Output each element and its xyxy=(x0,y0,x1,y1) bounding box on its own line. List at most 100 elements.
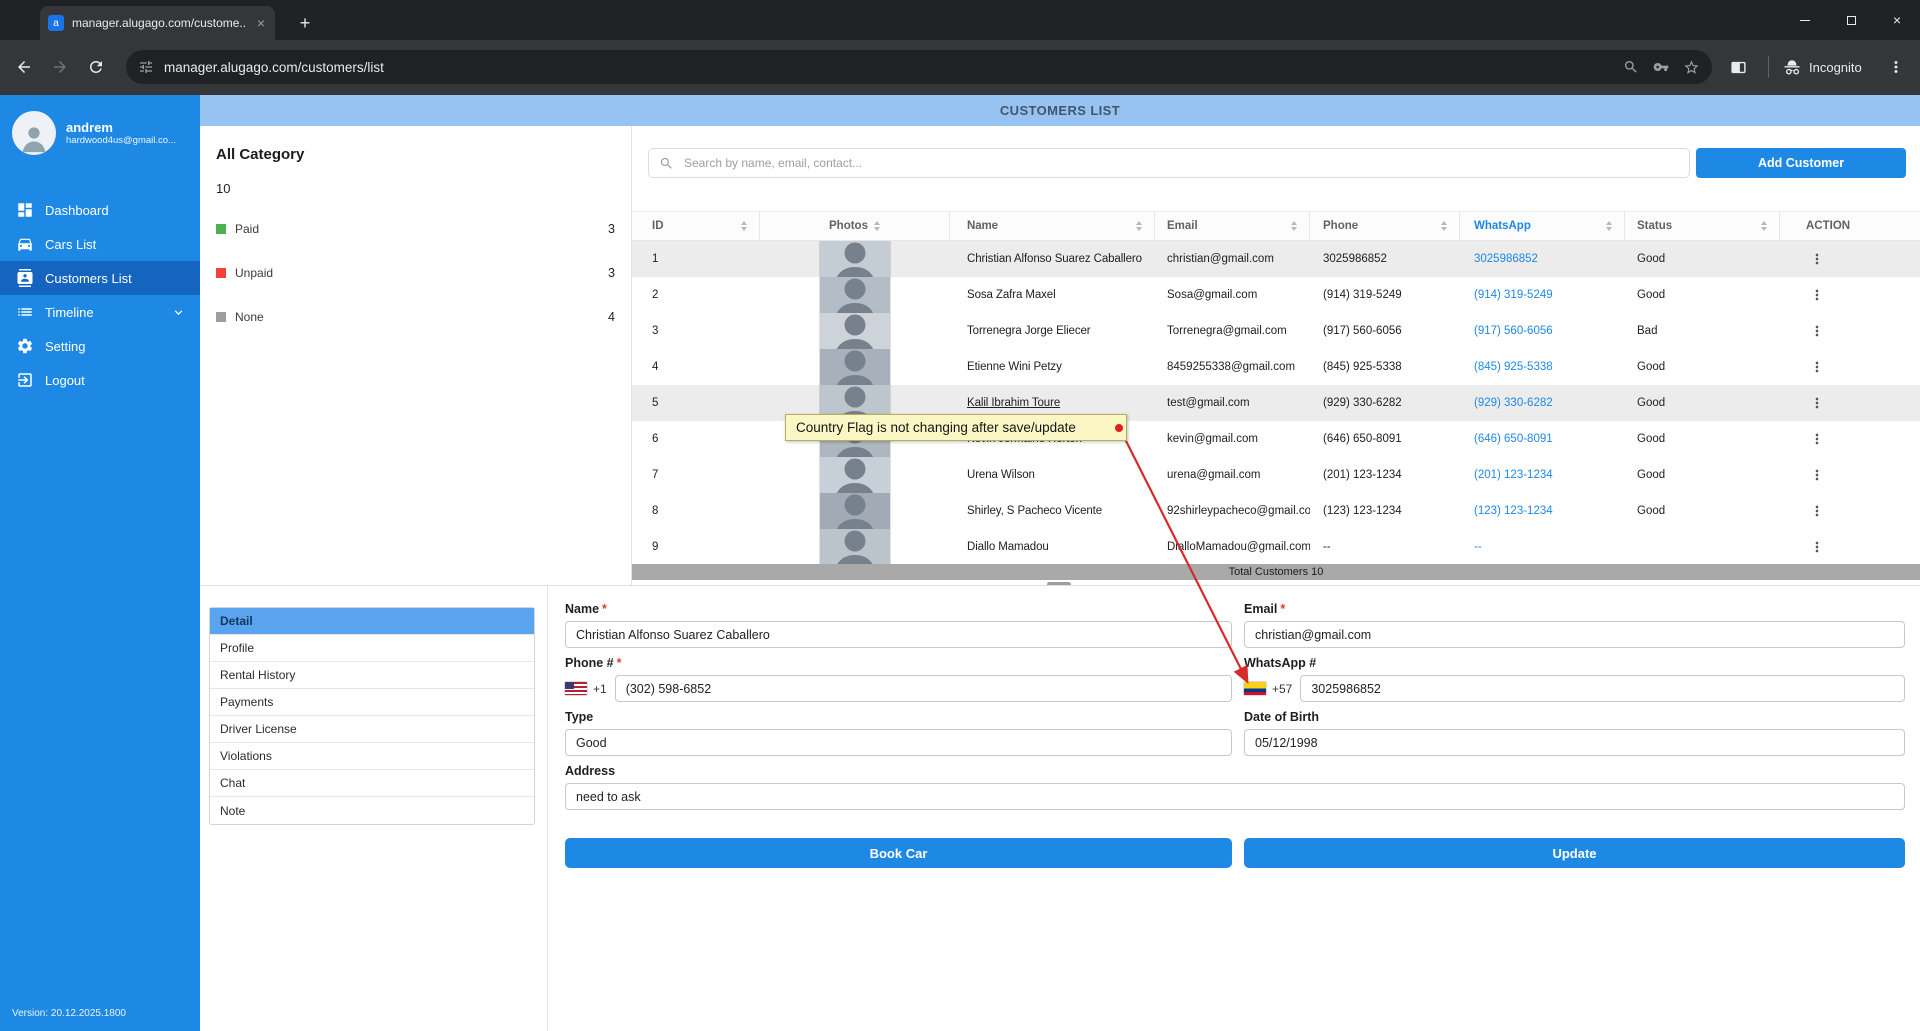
side-panel-icon[interactable] xyxy=(1722,51,1754,83)
cell-name[interactable]: Christian Alfonso Suarez Caballero xyxy=(950,253,1155,265)
table-row[interactable]: 8 Shirley, S Pacheco Vicente 92shirleypa… xyxy=(632,493,1920,529)
table-row[interactable]: 4 Etienne Wini Petzy 8459255338@gmail.co… xyxy=(632,349,1920,385)
phone-country-selector[interactable]: +1 xyxy=(565,682,607,696)
url-text[interactable]: manager.alugago.com/customers/list xyxy=(164,60,1613,75)
sidebar-item-dashboard[interactable]: Dashboard xyxy=(0,193,200,227)
reload-icon[interactable] xyxy=(80,51,112,83)
user-profile[interactable]: andrem hardwood4us@gmail.co... xyxy=(0,95,200,155)
row-actions-kebab[interactable] xyxy=(1806,356,1828,378)
window-minimize-button[interactable] xyxy=(1782,0,1828,40)
sort-icon[interactable] xyxy=(1291,221,1297,231)
tab-note[interactable]: Note xyxy=(210,797,534,824)
customer-photo[interactable] xyxy=(820,277,890,313)
cell-name[interactable]: Diallo Mamadou xyxy=(950,541,1155,553)
update-button[interactable]: Update xyxy=(1244,838,1905,868)
tab-profile[interactable]: Profile xyxy=(210,635,534,662)
row-actions-kebab[interactable] xyxy=(1806,320,1828,342)
window-close-button[interactable]: × xyxy=(1874,0,1920,40)
sort-icon[interactable] xyxy=(1761,221,1767,231)
sidebar-item-setting[interactable]: Setting xyxy=(0,329,200,363)
column-header-whatsapp[interactable]: WhatsApp xyxy=(1460,212,1625,240)
legend-item[interactable]: None 4 xyxy=(216,310,615,324)
row-actions-kebab[interactable] xyxy=(1806,464,1828,486)
sort-icon[interactable] xyxy=(1136,221,1142,231)
cell-name[interactable]: Etienne Wini Petzy xyxy=(950,361,1155,373)
sidebar-item-cars-list[interactable]: Cars List xyxy=(0,227,200,261)
customer-photo[interactable] xyxy=(820,241,890,277)
sidebar-item-customers-list[interactable]: Customers List xyxy=(0,261,200,295)
cell-whatsapp-link[interactable]: (845) 925-5338 xyxy=(1460,361,1625,373)
customer-photo[interactable] xyxy=(820,493,890,529)
cell-name[interactable]: Urena Wilson xyxy=(950,469,1155,481)
cell-name[interactable]: Kalil Ibrahim Toure xyxy=(950,397,1155,409)
sort-icon[interactable] xyxy=(1441,221,1447,231)
customer-photo[interactable] xyxy=(820,529,890,564)
customer-photo[interactable] xyxy=(820,313,890,349)
row-actions-kebab[interactable] xyxy=(1806,248,1828,270)
address-field[interactable] xyxy=(565,783,1905,810)
column-header-action[interactable]: ACTION xyxy=(1780,212,1920,240)
site-controls-icon[interactable] xyxy=(138,59,154,75)
whatsapp-country-selector[interactable]: +57 xyxy=(1244,682,1292,696)
email-field[interactable] xyxy=(1244,621,1905,648)
search-box[interactable] xyxy=(648,148,1690,178)
address-bar[interactable]: manager.alugago.com/customers/list xyxy=(126,50,1712,84)
cell-name[interactable]: Shirley, S Pacheco Vicente xyxy=(950,505,1155,517)
cell-whatsapp-link[interactable]: (201) 123-1234 xyxy=(1460,469,1625,481)
table-row[interactable]: 9 Diallo Mamadou DialloMamadou@gmail.com… xyxy=(632,529,1920,564)
cell-whatsapp-link[interactable]: (917) 560-6056 xyxy=(1460,325,1625,337)
back-icon[interactable] xyxy=(8,51,40,83)
tab-driver-license[interactable]: Driver License xyxy=(210,716,534,743)
book-car-button[interactable]: Book Car xyxy=(565,838,1232,868)
add-customer-button[interactable]: Add Customer xyxy=(1696,148,1906,178)
column-header-email[interactable]: Email xyxy=(1155,212,1310,240)
cell-whatsapp-link[interactable]: (929) 330-6282 xyxy=(1460,397,1625,409)
whatsapp-field[interactable] xyxy=(1300,675,1905,702)
browser-tab[interactable]: a manager.alugago.com/custome... × xyxy=(40,6,275,40)
row-actions-kebab[interactable] xyxy=(1806,536,1828,558)
new-tab-button[interactable]: + xyxy=(292,10,318,36)
customer-photo[interactable] xyxy=(820,457,890,493)
sidebar-item-logout[interactable]: Logout xyxy=(0,363,200,397)
column-header-name[interactable]: Name xyxy=(950,212,1155,240)
cell-whatsapp-link[interactable]: (914) 319-5249 xyxy=(1460,289,1625,301)
password-key-icon[interactable] xyxy=(1653,59,1669,75)
cell-whatsapp-link[interactable]: (123) 123-1234 xyxy=(1460,505,1625,517)
name-field[interactable] xyxy=(565,621,1232,648)
tab-chat[interactable]: Chat xyxy=(210,770,534,797)
table-row[interactable]: 7 Urena Wilson urena@gmail.com (201) 123… xyxy=(632,457,1920,493)
table-row[interactable]: 1 Christian Alfonso Suarez Caballero chr… xyxy=(632,241,1920,277)
column-header-status[interactable]: Status xyxy=(1625,212,1780,240)
tab-violations[interactable]: Violations xyxy=(210,743,534,770)
tab-close-icon[interactable]: × xyxy=(255,16,267,30)
cell-whatsapp-link[interactable]: (646) 650-8091 xyxy=(1460,433,1625,445)
row-actions-kebab[interactable] xyxy=(1806,428,1828,450)
sort-icon[interactable] xyxy=(874,221,880,231)
table-row[interactable]: 2 Sosa Zafra Maxel Sosa@gmail.com (914) … xyxy=(632,277,1920,313)
cell-name[interactable]: Torrenegra Jorge Eliecer xyxy=(950,325,1155,337)
zoom-icon[interactable] xyxy=(1623,59,1639,75)
tab-detail[interactable]: Detail xyxy=(210,608,534,635)
browser-menu-kebab[interactable] xyxy=(1880,51,1912,83)
cell-whatsapp-link[interactable]: 3025986852 xyxy=(1460,253,1625,265)
row-actions-kebab[interactable] xyxy=(1806,284,1828,306)
panel-divider[interactable] xyxy=(547,586,548,1031)
bookmark-star-icon[interactable] xyxy=(1683,59,1700,76)
cell-name[interactable]: Sosa Zafra Maxel xyxy=(950,289,1155,301)
row-actions-kebab[interactable] xyxy=(1806,392,1828,414)
phone-field[interactable] xyxy=(615,675,1232,702)
tab-payments[interactable]: Payments xyxy=(210,689,534,716)
window-maximize-button[interactable] xyxy=(1828,0,1874,40)
table-row[interactable]: 3 Torrenegra Jorge Eliecer Torrenegra@gm… xyxy=(632,313,1920,349)
sort-icon[interactable] xyxy=(741,221,747,231)
tab-rental-history[interactable]: Rental History xyxy=(210,662,534,689)
dob-field[interactable] xyxy=(1244,729,1905,756)
column-header-photos[interactable]: Photos xyxy=(760,212,950,240)
column-header-id[interactable]: ID xyxy=(632,212,760,240)
forward-icon[interactable] xyxy=(44,51,76,83)
type-field[interactable] xyxy=(565,729,1232,756)
column-header-phone[interactable]: Phone xyxy=(1310,212,1460,240)
customer-photo[interactable] xyxy=(820,349,890,385)
search-input[interactable] xyxy=(682,155,1679,171)
cell-whatsapp-link[interactable]: -- xyxy=(1460,541,1625,553)
